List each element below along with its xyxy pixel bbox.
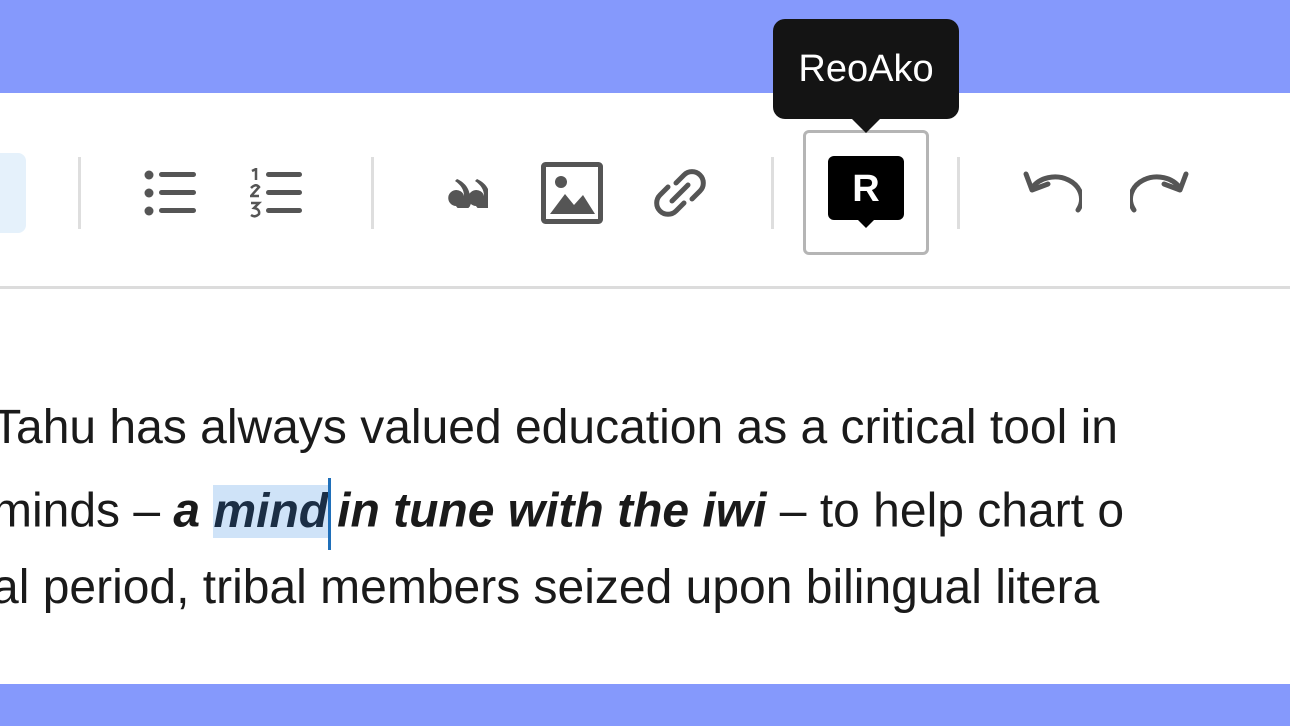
- reoako-r-icon: R: [828, 155, 904, 230]
- quote-icon: [448, 178, 488, 208]
- numbered-list-icon: [250, 168, 304, 218]
- line2-text-after: – to help chart o: [779, 484, 1125, 538]
- line2-text-before: minds –: [0, 484, 161, 538]
- redo-icon: [1130, 170, 1190, 216]
- reoako-icon-letter: R: [852, 168, 879, 210]
- paragraph-line-1[interactable]: Tahu has always valued education as a cr…: [0, 398, 1118, 458]
- toolbar-divider: [0, 286, 1290, 289]
- link-icon: [650, 163, 710, 223]
- redo-button[interactable]: [1120, 153, 1200, 233]
- bulleted-list-icon: [144, 170, 198, 216]
- emphasis-phrase: in tune with the iwi: [337, 484, 767, 538]
- active-toolbar-button[interactable]: [0, 153, 26, 233]
- insert-image-button[interactable]: [532, 153, 612, 233]
- undo-button[interactable]: [1012, 153, 1092, 233]
- editor-panel: R Tahu has always valued education as a …: [0, 93, 1290, 684]
- toolbar-separator: [78, 157, 81, 229]
- toolbar-separator: [771, 157, 774, 229]
- reoako-button[interactable]: R: [803, 130, 929, 255]
- reoako-tooltip: ReoAko: [773, 19, 959, 133]
- toolbar-separator: [957, 157, 960, 229]
- insert-link-button[interactable]: [640, 153, 720, 233]
- bulleted-list-button[interactable]: [128, 153, 214, 233]
- paragraph-line-2[interactable]: minds – a mind in tune with the iwi – to …: [0, 478, 1125, 550]
- toolbar-separator: [371, 157, 374, 229]
- editor-toolbar: R: [0, 93, 1290, 287]
- selected-text[interactable]: mind: [213, 484, 329, 538]
- image-icon: [541, 162, 603, 224]
- emphasis-a: a: [173, 484, 201, 538]
- undo-icon: [1022, 170, 1082, 216]
- text-caret: [328, 478, 332, 550]
- paragraph-line-3[interactable]: al period, tribal members seized upon bi…: [0, 558, 1099, 618]
- blockquote-button[interactable]: [428, 153, 508, 233]
- numbered-list-button[interactable]: [234, 153, 320, 233]
